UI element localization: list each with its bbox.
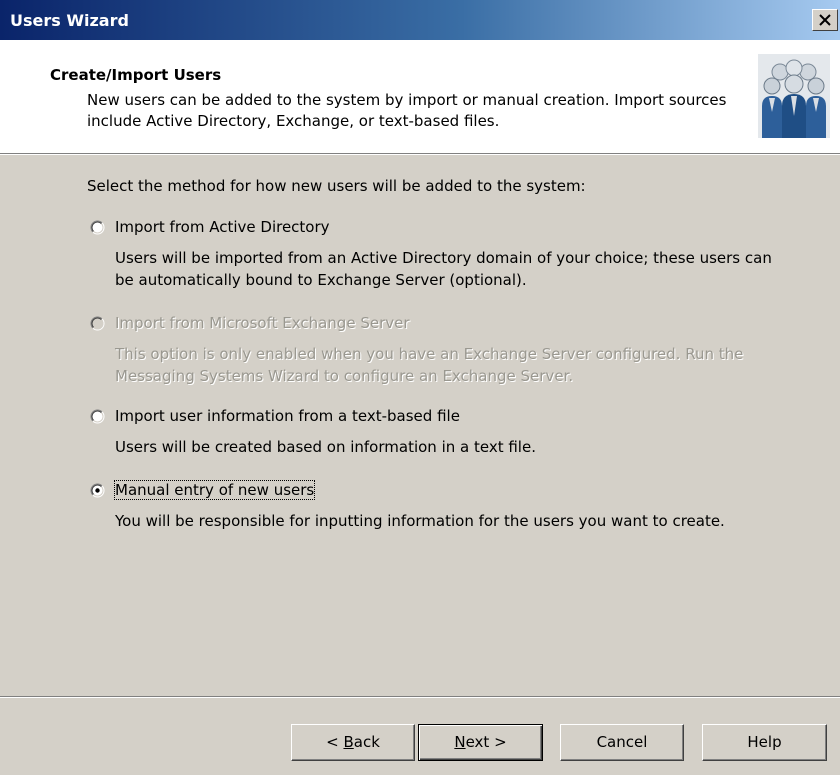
radio-unselected-icon[interactable]: [90, 409, 105, 424]
next-label-key: N: [454, 733, 466, 751]
option-text-file: Import user information from a text-base…: [90, 407, 810, 456]
header-divider: [0, 154, 840, 155]
option-active-directory: Import from Active Directory Users will …: [90, 218, 810, 289]
radio-manual-entry[interactable]: Manual entry of new users: [90, 480, 810, 503]
option-label[interactable]: Import from Active Directory: [115, 218, 330, 236]
option-label: Import from Microsoft Exchange Server: [115, 314, 410, 332]
option-exchange-server: Import from Microsoft Exchange Server Th…: [90, 314, 810, 385]
close-button[interactable]: [812, 9, 838, 31]
radio-unselected-icon[interactable]: [90, 220, 105, 235]
wizard-header: Create/Import Users New users can be add…: [0, 40, 840, 154]
radio-exchange-server: Import from Microsoft Exchange Server: [90, 314, 810, 336]
option-manual-entry: Manual entry of new users You will be re…: [90, 480, 810, 530]
option-description: This option is only enabled when you hav…: [115, 345, 744, 385]
back-label-key: B: [343, 733, 354, 751]
cancel-button[interactable]: Cancel: [560, 724, 684, 761]
window-title: Users Wizard: [10, 11, 129, 30]
help-button[interactable]: Help: [702, 724, 827, 761]
cancel-label: Cancel: [596, 733, 648, 751]
option-description: Users will be imported from an Active Di…: [115, 249, 772, 289]
radio-selected-icon[interactable]: [90, 483, 105, 498]
next-label-post: ext >: [465, 733, 507, 751]
radio-active-directory[interactable]: Import from Active Directory: [90, 218, 810, 240]
option-description: You will be responsible for inputting in…: [115, 512, 725, 530]
back-label-post: ack: [353, 733, 380, 751]
back-label-pre: <: [326, 733, 344, 751]
footer-divider-highlight: [0, 697, 840, 698]
option-label[interactable]: Manual entry of new users: [113, 480, 316, 500]
option-label[interactable]: Import user information from a text-base…: [115, 407, 460, 425]
back-button[interactable]: < Back: [291, 724, 415, 761]
title-bar[interactable]: Users Wizard: [0, 0, 840, 40]
focus-label[interactable]: Manual entry of new users: [113, 480, 316, 500]
next-button[interactable]: Next >: [418, 724, 543, 761]
close-icon: [819, 14, 831, 26]
radio-text-file[interactable]: Import user information from a text-base…: [90, 407, 810, 429]
radio-disabled-icon: [90, 316, 105, 331]
method-prompt: Select the method for how new users will…: [87, 177, 586, 195]
page-title: Create/Import Users: [50, 66, 222, 84]
users-group-icon: [758, 54, 830, 138]
page-description: New users can be added to the system by …: [87, 91, 727, 130]
users-wizard-window: Users Wizard Create/Import Users New use…: [0, 0, 840, 775]
option-description: Users will be created based on informati…: [115, 438, 536, 456]
help-label: Help: [747, 733, 782, 751]
